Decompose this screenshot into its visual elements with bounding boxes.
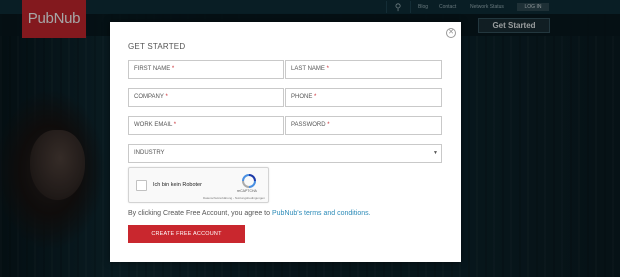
terms-link[interactable]: PubNub's terms and conditions. — [272, 210, 371, 217]
password-placeholder: PASSWORD — [291, 122, 326, 128]
required-marker: * — [326, 66, 329, 72]
required-marker: * — [171, 66, 175, 72]
last-name-placeholder: LAST NAME — [291, 66, 325, 72]
terms-prefix: By clicking Create Free Account, you agr… — [128, 210, 271, 217]
create-free-account-button[interactable]: CREATE FREE ACCOUNT — [128, 225, 245, 243]
work-email-field[interactable]: WORK EMAIL * — [128, 116, 284, 135]
last-name-field[interactable]: LAST NAME * — [285, 60, 442, 79]
recaptcha-widget: Ich bin kein Roboter reCAPTCHA Datenschu… — [128, 167, 269, 203]
recaptcha-checkbox[interactable] — [136, 180, 147, 191]
required-marker: * — [327, 122, 330, 128]
modal-title: GET STARTED — [128, 42, 186, 51]
company-placeholder: COMPANY — [134, 94, 164, 100]
required-marker: * — [314, 94, 317, 100]
password-field[interactable]: PASSWORD * — [285, 116, 442, 135]
required-marker: * — [165, 94, 168, 100]
first-name-field[interactable]: FIRST NAME * — [128, 60, 284, 79]
terms-text: By clicking Create Free Account, you agr… — [128, 210, 371, 217]
industry-selected-value: INDUSTRY — [134, 150, 165, 156]
recaptcha-privacy-links[interactable]: Datenschutzerklärung - Nutzungsbedingung… — [203, 196, 265, 200]
close-icon[interactable]: ✕ — [446, 28, 456, 38]
phone-field[interactable]: PHONE * — [285, 88, 442, 107]
chevron-down-icon: ▼ — [433, 150, 438, 156]
first-name-placeholder: FIRST NAME — [134, 66, 171, 72]
required-marker: * — [173, 122, 177, 128]
work-email-placeholder: WORK EMAIL — [134, 122, 173, 128]
recaptcha-icon — [242, 174, 256, 188]
industry-select[interactable]: INDUSTRY ▼ — [128, 144, 442, 163]
recaptcha-brand: reCAPTCHA — [237, 189, 257, 193]
company-field[interactable]: COMPANY * — [128, 88, 284, 107]
phone-placeholder: PHONE — [291, 94, 313, 100]
recaptcha-label: Ich bin kein Roboter — [153, 182, 202, 188]
signup-modal: ✕ GET STARTED FIRST NAME * LAST NAME * C… — [110, 22, 461, 262]
